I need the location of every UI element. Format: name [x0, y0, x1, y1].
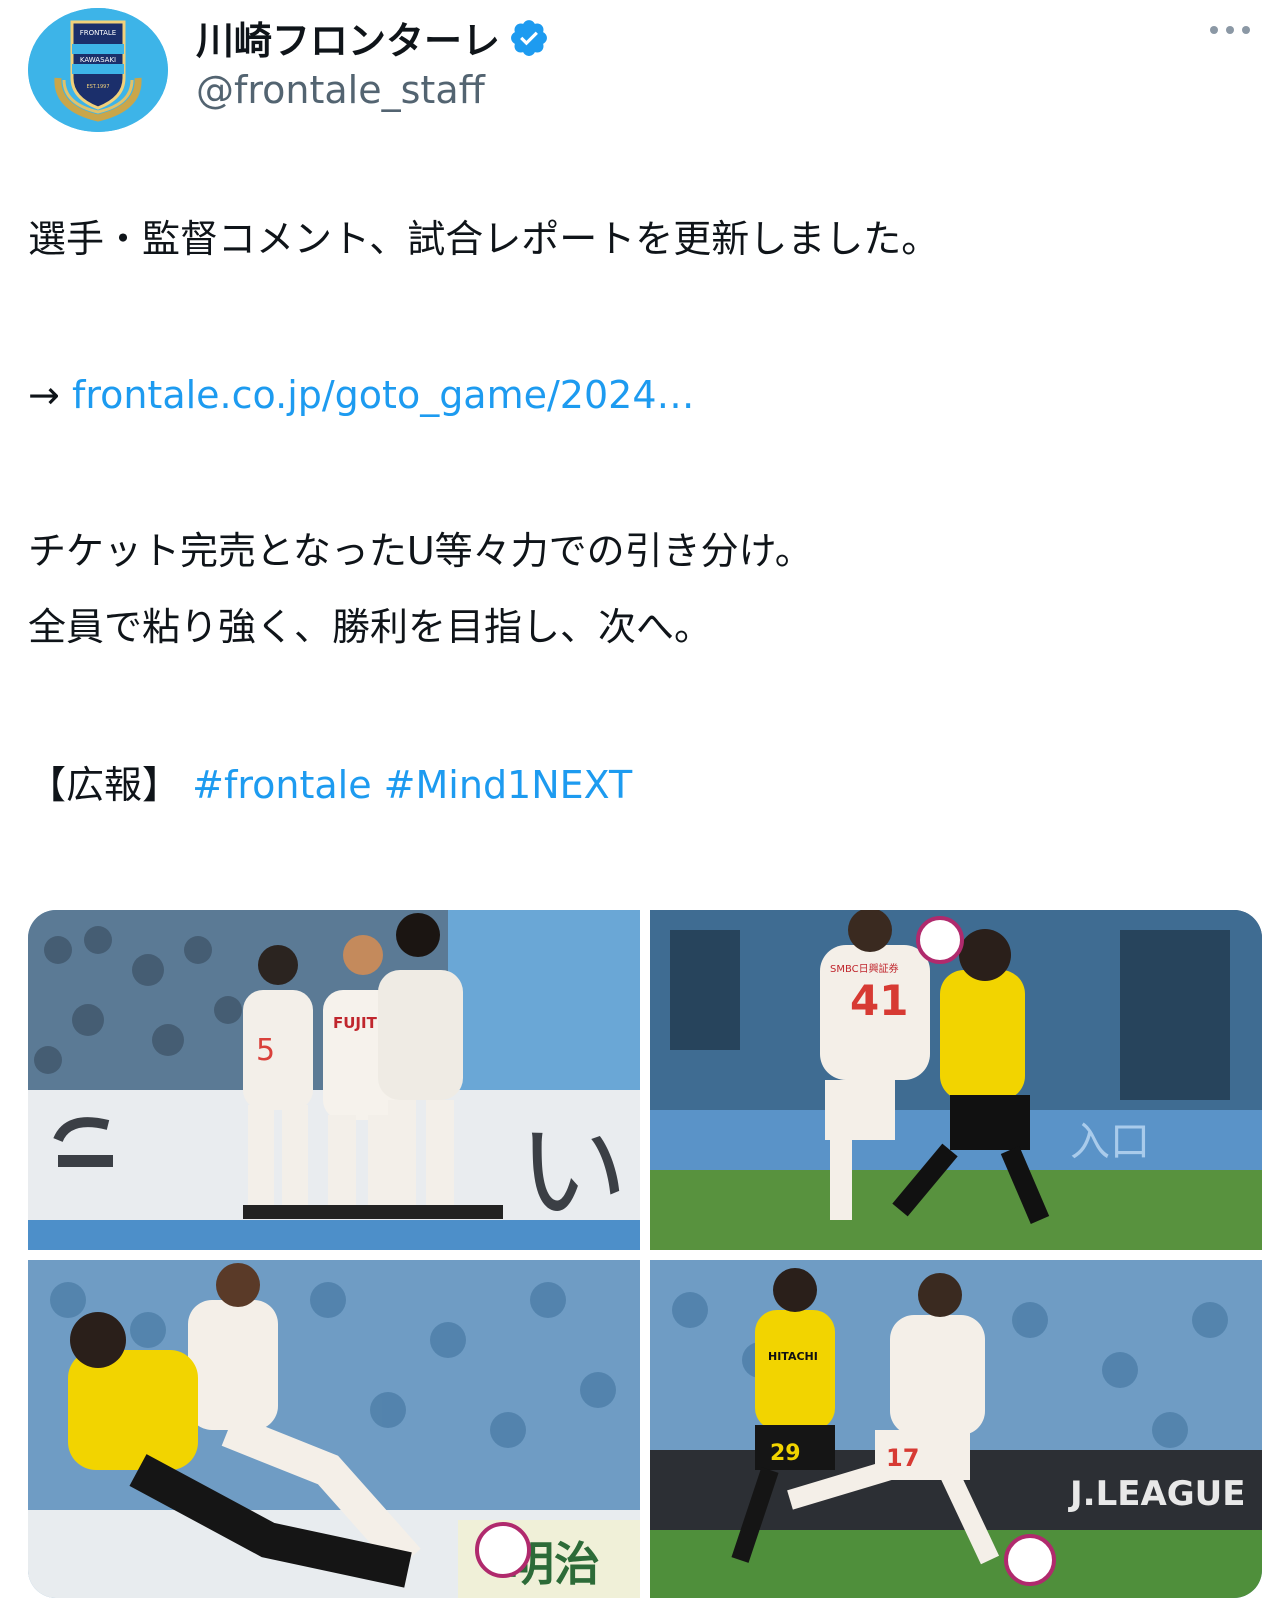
- board-text: J.LEAGUE: [1068, 1474, 1246, 1514]
- photo-celebration[interactable]: い 5 FUJITSU: [28, 910, 640, 1250]
- svg-text:い: い: [518, 1108, 628, 1236]
- avatar-logo-top-text: FRONTALE: [80, 29, 116, 37]
- tag-prefix: 【広報】: [28, 763, 181, 807]
- board-text: 入口: [1070, 1119, 1150, 1165]
- verified-badge-icon: [508, 17, 550, 59]
- tweet-text-line: 選手・監督コメント、試合レポートを更新しました。: [28, 217, 940, 261]
- tweet-text-line: 全員で粘り強く、勝利を目指し、次へ。: [28, 605, 713, 649]
- more-options-icon[interactable]: [1208, 20, 1252, 40]
- player-number: 17: [886, 1444, 919, 1472]
- player-number: 5: [256, 1033, 275, 1068]
- media-grid: い 5 FUJITSU 入口 41 SMBC日興証券 明治 J.LEAGUE H…: [28, 910, 1262, 1598]
- tweet-text-line: チケット完売となったU等々力での引き分け。: [28, 529, 813, 573]
- jersey-sponsor: SMBC日興証券: [830, 962, 899, 975]
- tweet-tags-line: 【広報】 #frontale #Mind1NEXT: [28, 760, 632, 810]
- author-handle[interactable]: @frontale_staff: [196, 68, 485, 112]
- tweet-link[interactable]: frontale.co.jp/goto_game/2024…: [72, 373, 695, 417]
- photo-dribble[interactable]: J.LEAGUE HITACHI 29 17: [650, 1260, 1262, 1598]
- avatar-logo-est-text: EST.1997: [86, 84, 109, 90]
- photo-tackle[interactable]: 明治: [28, 1260, 640, 1598]
- author-name-row[interactable]: 川崎フロンターレ: [196, 10, 550, 65]
- avatar[interactable]: FRONTALE KAWASAKI EST.1997: [28, 8, 168, 132]
- jersey-sponsor: HITACHI: [768, 1350, 818, 1363]
- author-name[interactable]: 川崎フロンターレ: [196, 10, 500, 65]
- photo-header-duel[interactable]: 入口 41 SMBC日興証券: [650, 910, 1262, 1250]
- hashtag-mind1next[interactable]: #Mind1NEXT: [384, 763, 633, 807]
- hashtag-frontale[interactable]: #frontale: [192, 763, 371, 807]
- avatar-logo-bottom-text: KAWASAKI: [80, 56, 116, 64]
- tweet-link-line: → frontale.co.jp/goto_game/2024…: [28, 370, 695, 420]
- player-number: 41: [850, 976, 908, 1025]
- player-number: 29: [770, 1441, 801, 1466]
- arrow-icon: →: [28, 373, 60, 417]
